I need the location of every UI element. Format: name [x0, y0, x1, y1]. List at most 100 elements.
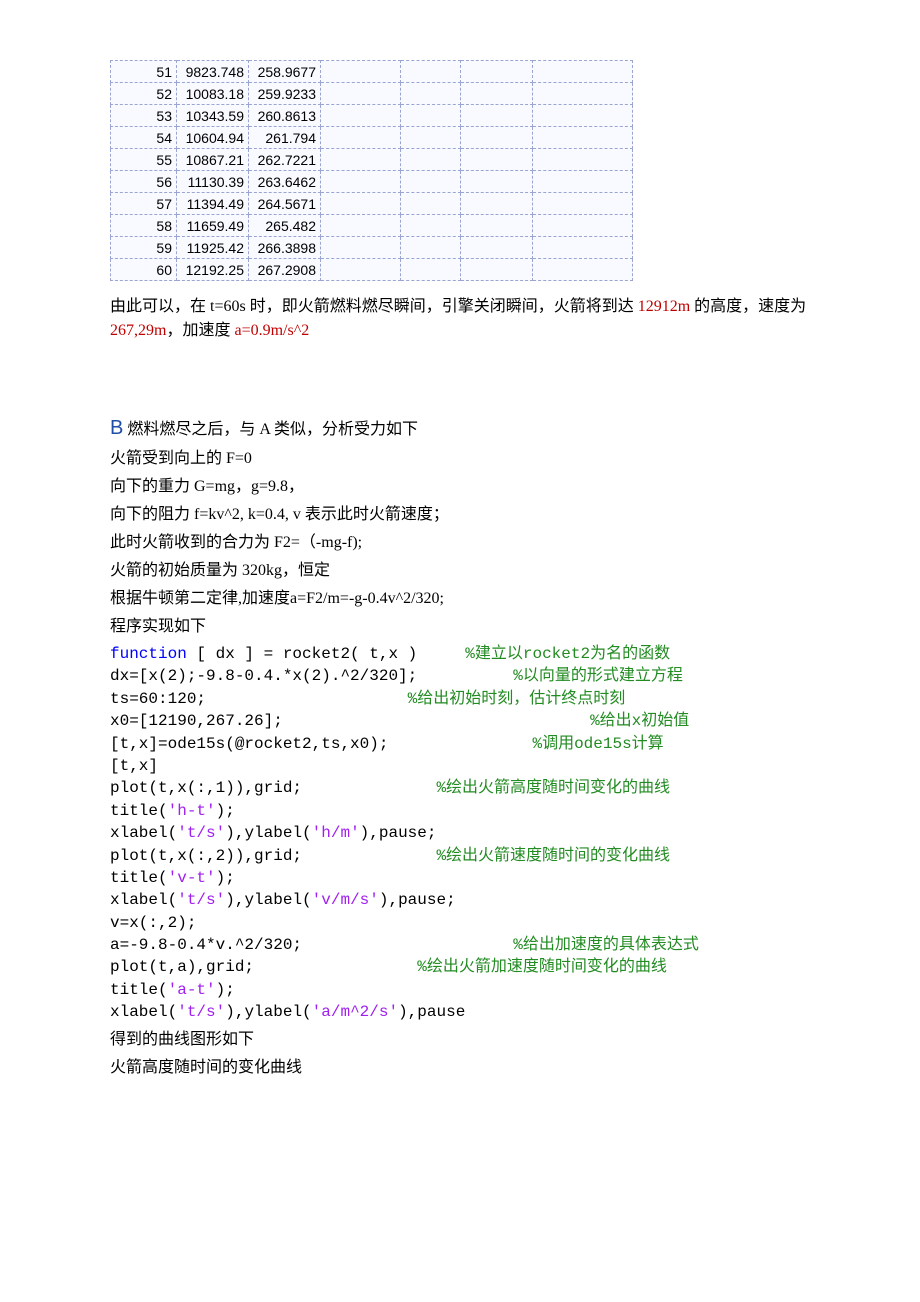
table-cell: 55: [111, 149, 177, 171]
body-text: 得到的曲线图形如下: [110, 1028, 820, 1052]
table-cell: [401, 149, 461, 171]
table-cell: [461, 105, 533, 127]
table-row: 5711394.49264.5671: [111, 193, 633, 215]
code-text: ),pause;: [360, 824, 437, 842]
table-cell: [533, 105, 633, 127]
document-page: 519823.748258.96775210083.18259.92335310…: [0, 0, 920, 1144]
table-cell: 265.482: [249, 215, 321, 237]
table-row: 5310343.59260.8613: [111, 105, 633, 127]
table-cell: 267.2908: [249, 259, 321, 281]
table-cell: [461, 149, 533, 171]
code-string: 'a-t': [168, 981, 216, 999]
table-cell: 11659.49: [177, 215, 249, 237]
table-cell: [401, 193, 461, 215]
code-string: 'v-t': [168, 869, 216, 887]
table-row: 5811659.49265.482: [111, 215, 633, 237]
table-cell: [321, 149, 401, 171]
code-text: xlabel(: [110, 824, 177, 842]
table-cell: [461, 215, 533, 237]
code-text: [t,x]=ode15s(@rocket2,ts,x0);: [110, 735, 532, 753]
code-text: x0=[12190,267.26];: [110, 712, 590, 730]
code-text: plot(t,a),grid;: [110, 958, 417, 976]
code-string: 'h/m': [312, 824, 360, 842]
code-string: 't/s': [177, 1003, 225, 1021]
table-row: 5210083.18259.9233: [111, 83, 633, 105]
table-cell: [461, 171, 533, 193]
body-text: 火箭的初始质量为 320kg，恒定: [110, 559, 820, 583]
table-cell: [461, 83, 533, 105]
section-label: B: [110, 413, 123, 443]
body-text: 根据牛顿第二定律,加速度a=F2/m=-g-0.4v^2/320;: [110, 587, 820, 611]
body-text: 向下的阻力 f=kv^2, k=0.4, v 表示此时火箭速度；: [110, 503, 820, 527]
text: 由此可以，在 t=60s 时，即火箭燃料燃尽瞬间，引擎关闭瞬间，火箭将到达: [110, 298, 638, 315]
table-cell: [533, 127, 633, 149]
code-comment: %以向量的形式建立方程: [513, 667, 683, 685]
table-cell: 57: [111, 193, 177, 215]
table-cell: [321, 61, 401, 83]
table-row: 5911925.42266.3898: [111, 237, 633, 259]
table-cell: [533, 61, 633, 83]
code-text: plot(t,x(:,1)),grid;: [110, 779, 436, 797]
code-text: xlabel(: [110, 891, 177, 909]
code-line: x0=[12190,267.26]; %给出x初始值: [110, 710, 820, 732]
table-cell: [321, 83, 401, 105]
code-line: [t,x]=ode15s(@rocket2,ts,x0); %调用ode15s计…: [110, 733, 820, 755]
code-text: ),ylabel(: [225, 824, 311, 842]
code-line: plot(t,x(:,2)),grid; %绘出火箭速度随时间的变化曲线: [110, 845, 820, 867]
code-line: dx=[x(2);-9.8-0.4.*x(2).^2/320]; %以向量的形式…: [110, 665, 820, 687]
table-cell: [533, 193, 633, 215]
table-cell: 53: [111, 105, 177, 127]
table-cell: 258.9677: [249, 61, 321, 83]
table-cell: 9823.748: [177, 61, 249, 83]
table-cell: [401, 105, 461, 127]
code-text: [ dx ] = rocket2( t,x ): [187, 645, 465, 663]
code-text: ),pause: [398, 1003, 465, 1021]
table-cell: 10343.59: [177, 105, 249, 127]
section-title: 燃料燃尽之后，与 A 类似，分析受力如下: [127, 418, 418, 442]
velocity-value: 267,29m: [110, 322, 166, 339]
table-cell: 262.7221: [249, 149, 321, 171]
code-line: plot(t,a),grid; %绘出火箭加速度随时间变化的曲线: [110, 956, 820, 978]
body-text: 火箭受到向上的 F=0: [110, 447, 820, 471]
code-line: title('a-t');: [110, 979, 820, 1001]
table-row: 5611130.39263.6462: [111, 171, 633, 193]
code-text: ts=60:120;: [110, 690, 408, 708]
body-text: 向下的重力 G=mg，g=9.8，: [110, 475, 820, 499]
table-cell: [533, 171, 633, 193]
code-text: v=x(:,2);: [110, 914, 196, 932]
code-string: 'h-t': [168, 802, 216, 820]
table-cell: 261.794: [249, 127, 321, 149]
table-cell: [533, 237, 633, 259]
table-cell: [401, 215, 461, 237]
body-text: 此时火箭收到的合力为 F2=（-mg-f);: [110, 531, 820, 555]
table-cell: [401, 61, 461, 83]
code-line: function [ dx ] = rocket2( t,x ) %建立以roc…: [110, 643, 820, 665]
code-text: title(: [110, 869, 168, 887]
table-cell: [401, 237, 461, 259]
code-text: title(: [110, 981, 168, 999]
code-text: );: [216, 802, 235, 820]
table-cell: 260.8613: [249, 105, 321, 127]
table-cell: [321, 105, 401, 127]
table-cell: [401, 127, 461, 149]
table-cell: 12192.25: [177, 259, 249, 281]
code-line: v=x(:,2);: [110, 912, 820, 934]
code-text: ),ylabel(: [225, 1003, 311, 1021]
table-cell: [533, 259, 633, 281]
acceleration-value: a=0.9m/s^2: [234, 322, 309, 339]
table-cell: 259.9233: [249, 83, 321, 105]
code-string: 'a/m^2/s': [312, 1003, 398, 1021]
code-comment: %给出加速度的具体表达式: [513, 936, 699, 954]
table-cell: [321, 171, 401, 193]
table-cell: 58: [111, 215, 177, 237]
table-cell: [461, 193, 533, 215]
code-comment: %绘出火箭加速度随时间变化的曲线: [417, 958, 667, 976]
table-cell: [461, 61, 533, 83]
table-cell: 52: [111, 83, 177, 105]
table-cell: [321, 215, 401, 237]
table-cell: [401, 83, 461, 105]
code-line: [t,x]: [110, 755, 820, 777]
table-row: 5410604.94261.794: [111, 127, 633, 149]
section-b: B 燃料燃尽之后，与 A 类似，分析受力如下 火箭受到向上的 F=0 向下的重力 …: [110, 413, 820, 1080]
code-comment: %建立以rocket2为名的函数: [465, 645, 670, 663]
